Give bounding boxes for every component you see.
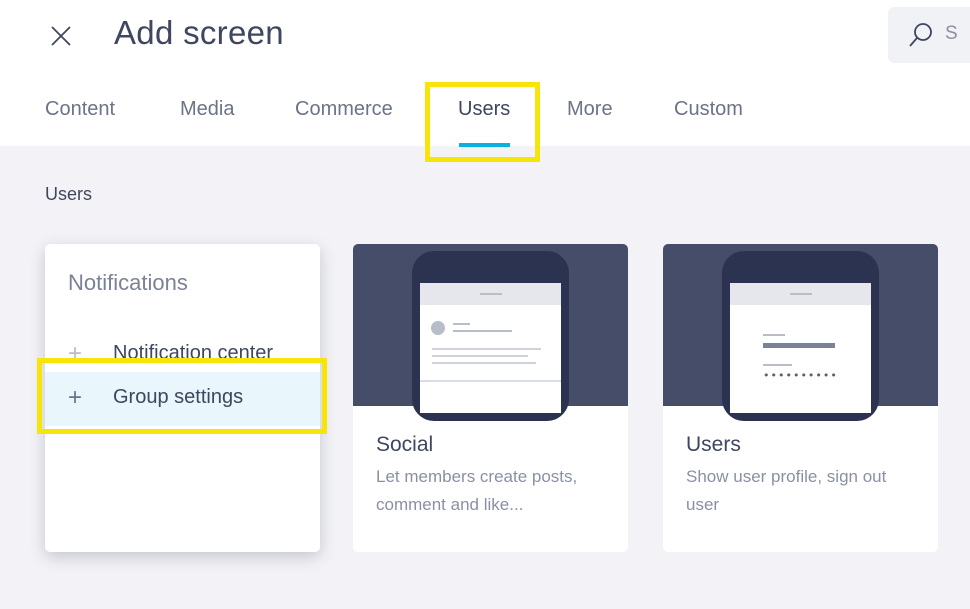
phone-illustration: •••••••••• [722,251,879,421]
tab-more[interactable]: More [567,98,613,121]
tab-content[interactable]: Content [45,98,115,121]
card-title: Social [376,433,434,456]
notifications-title: Notifications [68,270,188,295]
tab-commerce[interactable]: Commerce [295,98,393,121]
card-preview [353,244,628,421]
close-icon [51,26,71,46]
screen-card-users[interactable]: •••••••••• Users Show user profile, sign… [663,244,938,552]
feed-illustration [420,293,561,382]
tab-custom[interactable]: Custom [674,98,743,121]
tab-media[interactable]: Media [180,98,234,121]
highlight-box-group-settings [37,358,327,434]
close-button[interactable] [46,21,76,51]
password-mask: •••••••••• [763,369,838,382]
phone-illustration [412,251,569,421]
login-illustration [763,293,835,366]
highlight-box-tab [425,82,540,162]
card-title: Users [686,433,741,456]
screen-card-social[interactable]: Social Let members create posts, comment… [353,244,628,552]
card-description: Show user profile, sign out user [686,467,887,514]
card-description: Let members create posts, comment and li… [376,467,578,514]
search-input[interactable]: S [888,7,970,63]
card-preview: •••••••••• [663,244,938,421]
section-title: Users [45,184,93,204]
search-icon [909,23,932,47]
search-placeholder: S [945,23,958,44]
page-title: Add screen [114,14,284,51]
